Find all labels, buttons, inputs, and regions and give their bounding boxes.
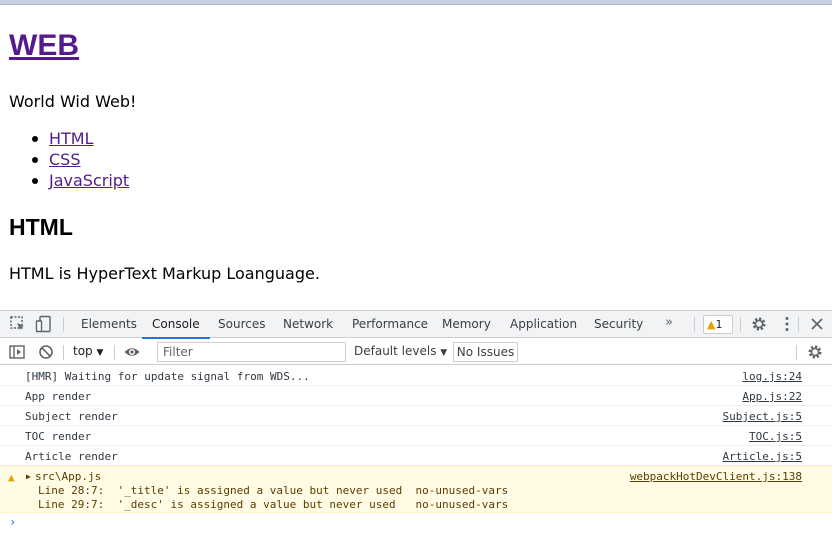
message-source-link[interactable]: TOC.js:5 [749, 430, 802, 443]
console-message: [HMR] Waiting for update signal from WDS… [0, 366, 832, 386]
message-text: Article render [25, 450, 118, 463]
prompt-chevron-icon: › [9, 515, 17, 529]
warnings-badge[interactable]: ▲1 [703, 315, 733, 334]
console-message: TOC render TOC.js:5 [0, 426, 832, 446]
console-output: [HMR] Waiting for update signal from WDS… [0, 366, 832, 536]
device-toolbar-icon[interactable] [35, 315, 53, 333]
warning-icon: ▲ [8, 471, 15, 484]
clear-console-icon[interactable] [37, 343, 55, 361]
bullet-icon [32, 136, 38, 142]
page-intro: World Wid Web! [9, 92, 137, 111]
nav-item-html: HTML [9, 128, 129, 149]
nav-item-css: CSS [9, 149, 129, 170]
message-text: TOC render [25, 430, 92, 443]
kebab-menu-icon[interactable] [778, 315, 796, 333]
console-warning: ▲ ▶ src\App.js webpackHotDevClient.js:13… [0, 466, 832, 513]
nav-item-javascript: JavaScript [9, 170, 129, 191]
toolbar-divider [114, 345, 115, 360]
message-source-link[interactable]: Subject.js:5 [723, 410, 802, 423]
settings-gear-icon[interactable] [750, 315, 768, 333]
message-text: App render [25, 390, 92, 403]
console-message: App render App.js:22 [0, 386, 832, 406]
warning-source-link[interactable]: webpackHotDevClient.js:138 [630, 470, 802, 483]
message-text: [HMR] Waiting for update signal from WDS… [25, 370, 310, 383]
tab-application[interactable]: Application [510, 311, 577, 338]
warning-file[interactable]: src\App.js [35, 470, 101, 483]
section-title: HTML [9, 214, 73, 240]
tab-performance[interactable]: Performance [352, 311, 428, 338]
issues-button[interactable]: No Issues [453, 342, 518, 362]
console-toolbar: top ▼ Default levels ▼ No Issues [0, 339, 832, 365]
nav-link-javascript[interactable]: JavaScript [49, 171, 129, 190]
toolbar-divider [798, 317, 799, 332]
console-settings-gear-icon[interactable] [806, 343, 824, 361]
message-source-link[interactable]: Article.js:5 [723, 450, 802, 463]
tab-memory[interactable]: Memory [442, 311, 491, 338]
warning-line: Line 29:7: '_desc' is assigned a value b… [38, 498, 509, 511]
section-text: HTML is HyperText Markup Loanguage. [9, 264, 320, 283]
chevron-down-icon: ▼ [96, 348, 104, 358]
warning-line: Line 28:7: '_title' is assigned a value … [38, 484, 509, 497]
page-viewport: WEB World Wid Web! HTML CSS JavaScript H… [0, 5, 832, 310]
inspect-element-icon[interactable] [9, 315, 27, 333]
filter-input[interactable] [157, 342, 346, 362]
message-source-link[interactable]: App.js:22 [742, 390, 802, 403]
toolbar-divider [63, 317, 64, 332]
warning-count: 1 [715, 318, 723, 331]
context-label: top [73, 344, 93, 358]
log-levels-label: Default levels [354, 344, 437, 358]
console-message: Subject render Subject.js:5 [0, 406, 832, 426]
console-message: Article render Article.js:5 [0, 446, 832, 466]
devtools-tabbar: Elements Console Sources Network Perform… [0, 311, 832, 339]
toolbar-divider [63, 345, 64, 360]
toolbar-divider [694, 317, 695, 332]
console-prompt[interactable]: › [0, 513, 832, 533]
toolbar-divider [796, 345, 797, 360]
toolbar-divider [740, 317, 741, 332]
chevron-down-icon: ▼ [440, 348, 448, 358]
context-selector[interactable]: top ▼ [73, 344, 103, 358]
nav-link-html[interactable]: HTML [49, 129, 94, 148]
close-icon[interactable] [808, 315, 826, 333]
log-levels-dropdown[interactable]: Default levels ▼ [354, 344, 447, 358]
bullet-icon [32, 157, 38, 163]
tab-sources[interactable]: Sources [218, 311, 265, 338]
expand-triangle-icon[interactable]: ▶ [26, 472, 31, 481]
message-source-link[interactable]: log.js:24 [742, 370, 802, 383]
message-text: Subject render [25, 410, 118, 423]
tab-console[interactable]: Console [142, 311, 210, 339]
sidebar-toggle-icon[interactable] [8, 343, 26, 361]
nav-list: HTML CSS JavaScript [9, 128, 129, 191]
page-heading-link[interactable]: WEB [9, 29, 79, 62]
eye-icon[interactable] [123, 343, 141, 361]
devtools-panel: Elements Console Sources Network Perform… [0, 310, 832, 536]
tab-elements[interactable]: Elements [81, 311, 137, 338]
tab-security[interactable]: Security [594, 311, 643, 338]
page-heading: WEB [9, 29, 79, 63]
nav-link-css[interactable]: CSS [49, 150, 80, 169]
more-tabs-icon[interactable]: » [665, 315, 673, 330]
bullet-icon [32, 178, 38, 184]
tab-network[interactable]: Network [283, 311, 333, 338]
